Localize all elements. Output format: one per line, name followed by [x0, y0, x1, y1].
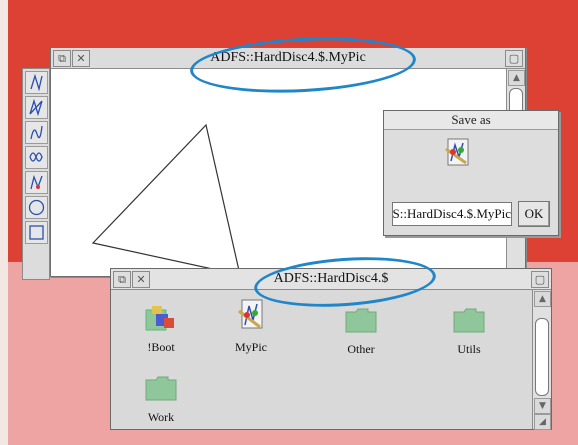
toggle-size-icon[interactable]: ▢	[505, 50, 523, 67]
filer-window-titlebar[interactable]: ⧉ ✕ ADFS::HardDisc4.$ ▢	[111, 269, 551, 290]
draw-window-title: ADFS::HardDisc4.$.MyPic	[210, 50, 366, 65]
filer-window-title: ADFS::HardDisc4.$	[273, 271, 389, 286]
drawfile-icon	[234, 298, 268, 334]
closed-freehand-tool-icon[interactable]	[25, 96, 48, 119]
filer-item-utils[interactable]: Utils	[429, 306, 509, 357]
drawing-toolbox	[22, 68, 50, 280]
filer-item-other[interactable]: Other	[321, 306, 401, 357]
triangle-shape	[91, 123, 241, 275]
filer-item-label: Other	[347, 342, 375, 356]
toggle-size-icon[interactable]: ▢	[531, 271, 549, 288]
filer-item-work[interactable]: Work	[121, 374, 201, 425]
filer-item-label: Utils	[457, 342, 481, 356]
folder-icon	[144, 374, 178, 404]
filename-input[interactable]: ADFS::HardDisc4.$.MyPic	[392, 202, 512, 226]
line-tool-icon-selected[interactable]	[25, 171, 48, 194]
scroll-down-icon[interactable]: ▼	[534, 398, 551, 414]
application-boot-icon	[144, 304, 178, 334]
filer-window-vscroll[interactable]: ▲ ▼ ◢	[532, 290, 551, 430]
filer-scroll-thumb[interactable]	[535, 318, 549, 396]
circle-tool-icon[interactable]	[25, 196, 48, 219]
curve-tool-icon[interactable]	[25, 121, 48, 144]
page-edge	[0, 0, 8, 445]
filer-item-mypic[interactable]: MyPic	[211, 298, 291, 355]
ok-button[interactable]: OK	[518, 201, 550, 227]
scroll-up-icon[interactable]: ▲	[508, 70, 525, 86]
filer-item-label: !Boot	[147, 340, 175, 354]
save-as-dialog: Save as ADFS::HardDisc4.$.MyPic OK	[383, 110, 559, 236]
closed-curve-tool-icon[interactable]	[25, 146, 48, 169]
rectangle-tool-icon[interactable]	[25, 221, 48, 244]
filer-item-label: Work	[147, 410, 175, 424]
folder-icon	[452, 306, 486, 336]
folder-icon	[344, 306, 378, 336]
save-dialog-title: Save as	[384, 111, 558, 130]
drawfile-drag-icon[interactable]	[442, 137, 474, 169]
filer-item-label: MyPic	[234, 340, 267, 354]
screenshot-frame: ⧉ ✕ ADFS::HardDisc4.$.MyPic ▢ ▲ Save as …	[0, 0, 578, 445]
filer-contents: !Boot MyPic Other Utils Work	[111, 290, 532, 429]
filer-window: ⧉ ✕ ADFS::HardDisc4.$ ▢ ▲ ▼ ◢ !Boot MyPi…	[110, 268, 552, 430]
draw-window-titlebar[interactable]: ⧉ ✕ ADFS::HardDisc4.$.MyPic ▢	[51, 48, 525, 69]
resize-icon[interactable]: ◢	[534, 414, 551, 430]
filer-item-boot[interactable]: !Boot	[121, 304, 201, 355]
freehand-line-tool-icon[interactable]	[25, 71, 48, 94]
scroll-up-icon[interactable]: ▲	[534, 291, 551, 307]
